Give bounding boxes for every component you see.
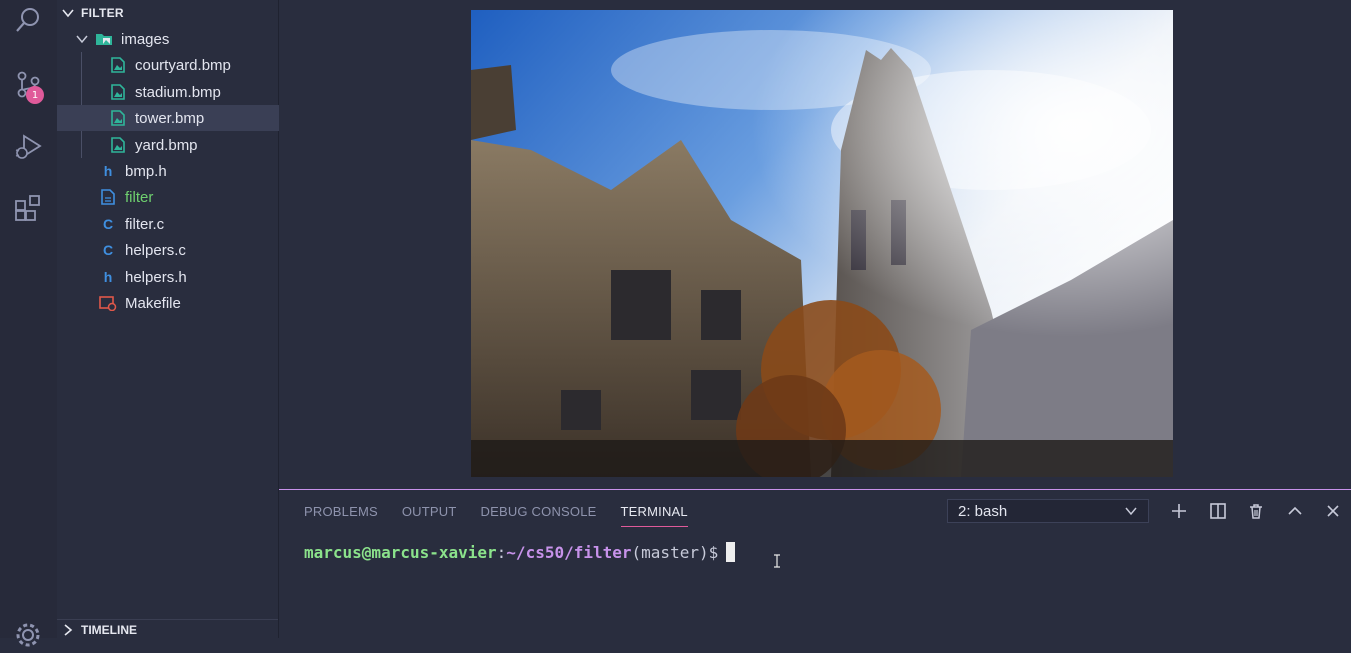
split-icon: [1209, 502, 1227, 520]
tree-item-label: images: [121, 30, 170, 48]
tree-item-label: Makefile: [125, 294, 181, 312]
terminal-prompt-symbol: $: [708, 543, 719, 562]
close-panel-button[interactable]: [1322, 500, 1344, 522]
tab-problems[interactable]: PROBLEMS: [304, 504, 378, 527]
terminal-user-host: marcus@marcus-xavier: [304, 543, 497, 562]
ibeam-cursor-icon: [773, 554, 781, 573]
new-terminal-button[interactable]: [1168, 500, 1190, 522]
explorer-sidebar: FILTER images courtyard.bmp stadium.bmp …: [57, 0, 330, 639]
bmp-image-preview: [471, 10, 1173, 477]
timeline-section-header[interactable]: TIMELINE: [57, 619, 278, 639]
image-file-icon: [109, 109, 127, 127]
run-debug-icon[interactable]: [10, 128, 46, 164]
chevron-down-icon: [75, 32, 89, 46]
maximize-panel-button[interactable]: [1284, 500, 1306, 522]
chevron-right-icon: [61, 623, 75, 637]
tree-item-label: courtyard.bmp: [135, 56, 231, 74]
terminal-path: ~/cs50/filter: [506, 543, 632, 562]
tree-item-label: filter.c: [125, 215, 165, 233]
terminal-separator: :: [496, 543, 507, 562]
tab-debug-console[interactable]: DEBUG CONSOLE: [481, 504, 597, 527]
file-icon: [99, 188, 117, 206]
image-file-icon: [109, 83, 127, 101]
chevron-down-icon: [1124, 504, 1138, 522]
makefile-icon: [99, 294, 117, 312]
terminal-select-value: 2: bash: [958, 502, 1008, 520]
plus-icon: [1170, 502, 1188, 520]
chevron-down-icon: [61, 6, 75, 20]
tree-item-images-folder[interactable]: images: [57, 26, 296, 52]
trash-icon: [1247, 502, 1265, 520]
chevron-up-icon: [1286, 502, 1304, 520]
explorer-section-header[interactable]: FILTER: [57, 0, 278, 26]
h-file-icon: h: [103, 269, 113, 285]
tree-item-label: tower.bmp: [135, 109, 205, 127]
source-control-badge: 1: [26, 86, 44, 104]
tree-item-label: bmp.h: [125, 162, 167, 180]
split-terminal-button[interactable]: [1207, 500, 1229, 522]
tab-terminal[interactable]: TERMINAL: [620, 504, 688, 527]
tree-item-label: filter: [125, 188, 154, 206]
close-icon: [1325, 503, 1341, 519]
tree-item-label: stadium.bmp: [135, 83, 221, 101]
h-file-icon: h: [103, 163, 113, 179]
tree-item-label: yard.bmp: [135, 136, 198, 154]
manage-gear-icon[interactable]: [10, 617, 46, 653]
extensions-icon[interactable]: [10, 190, 46, 226]
editor-area: [279, 0, 1351, 489]
terminal-cursor: [726, 542, 736, 562]
folder-images-icon: [95, 30, 113, 48]
terminal-select-dropdown[interactable]: 2: bash: [947, 499, 1149, 523]
bottom-panel: PROBLEMS OUTPUT DEBUG CONSOLE TERMINAL 2…: [279, 489, 1351, 639]
timeline-title: TIMELINE: [81, 622, 137, 637]
image-file-icon: [109, 56, 127, 74]
image-file-icon: [109, 136, 127, 154]
terminal-prompt-line[interactable]: marcus@marcus-xavier:~/cs50/filter(maste…: [304, 542, 736, 562]
tree-item-label: helpers.h: [125, 268, 187, 286]
kill-terminal-button[interactable]: [1245, 500, 1267, 522]
tab-output[interactable]: OUTPUT: [402, 504, 457, 527]
panel-tabs: PROBLEMS OUTPUT DEBUG CONSOLE TERMINAL: [304, 504, 688, 527]
c-file-icon: C: [102, 216, 114, 232]
search-icon[interactable]: [10, 2, 46, 38]
terminal-branch: (master): [631, 543, 709, 562]
c-file-icon: C: [102, 242, 114, 258]
activity-bar: 1: [0, 0, 58, 647]
explorer-folder-title: FILTER: [81, 6, 124, 20]
tree-item-label: helpers.c: [125, 241, 186, 259]
